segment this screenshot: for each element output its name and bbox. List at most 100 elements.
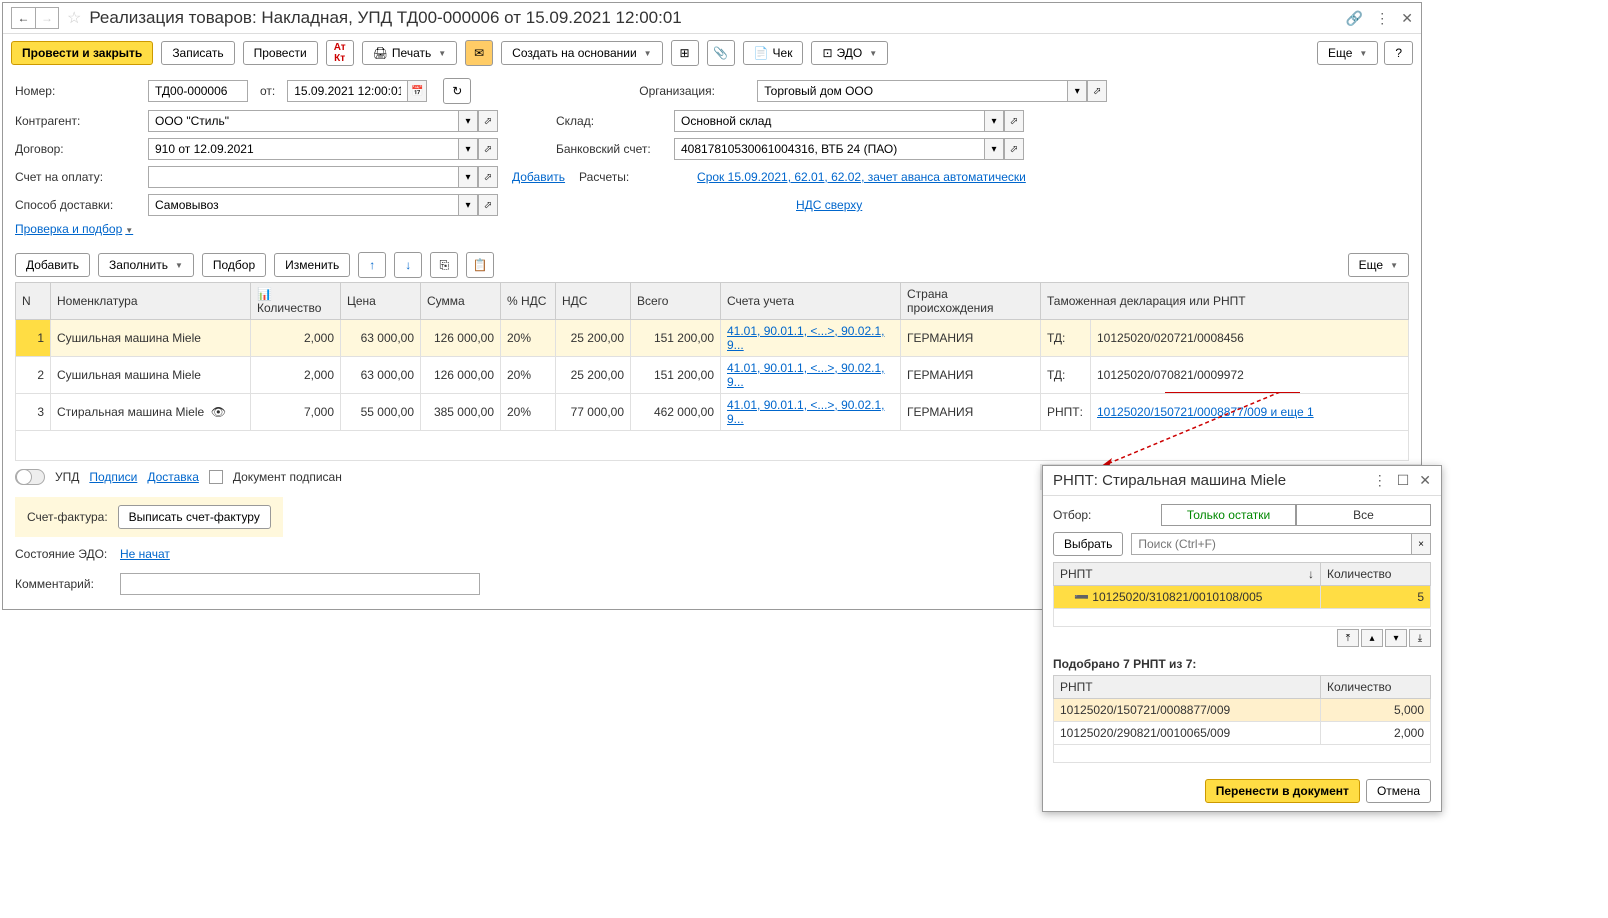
bk-dropdown-icon[interactable]: ▾ [984, 138, 1004, 160]
org-open-icon[interactable]: ⬀ [1087, 80, 1107, 102]
move-up-icon[interactable]: ↑ [358, 252, 386, 278]
nav-last-icon[interactable]: ⤓ [1409, 629, 1431, 647]
check-select-link[interactable]: Проверка и подбор [15, 222, 133, 236]
td-cell[interactable]: 10125020/150721/0008877/009 и еще 1 [1091, 394, 1409, 431]
wh-dropdown-icon[interactable]: ▾ [984, 110, 1004, 132]
search-clear-icon[interactable]: × [1411, 533, 1431, 555]
nav-first-icon[interactable]: ⤒ [1337, 629, 1359, 647]
upd-toggle[interactable] [15, 469, 45, 485]
nav-down-icon[interactable]: ▾ [1385, 629, 1407, 647]
struct-icon[interactable]: ⊞ [671, 40, 699, 66]
link-icon[interactable]: 🔗 [1346, 10, 1363, 27]
attach-icon[interactable]: 📎 [707, 40, 735, 66]
bk-open-icon[interactable]: ⬀ [1004, 138, 1024, 160]
popup-menu-icon[interactable]: ⋮ [1373, 472, 1387, 489]
td-cell[interactable]: 10125020/070821/0009972 [1091, 357, 1409, 394]
acc-cell[interactable]: 41.01, 90.01.1, <...>, 90.02.1, 9... [721, 320, 901, 357]
table-row[interactable]: 1 Сушильная машина Miele 2,000 63 000,00… [16, 320, 1409, 357]
delivery-link[interactable]: Доставка [147, 470, 199, 484]
col-accounts[interactable]: Счета учета [721, 283, 901, 320]
table-add-button[interactable]: Добавить [15, 253, 90, 277]
edo-status-value[interactable]: Не начат [120, 547, 170, 561]
acc-cell[interactable]: 41.01, 90.01.1, <...>, 90.02.1, 9... [721, 357, 901, 394]
col-vat[interactable]: НДС [556, 283, 631, 320]
post-close-button[interactable]: Провести и закрыть [11, 41, 153, 65]
nav-up-icon[interactable]: ▴ [1361, 629, 1383, 647]
col-nomenclature[interactable]: Номенклатура [51, 283, 251, 320]
cp-open-icon[interactable]: ⬀ [478, 110, 498, 132]
comment-input[interactable] [120, 573, 480, 595]
popup-col-qty[interactable]: Количество [1321, 563, 1431, 586]
calendar-icon[interactable]: 📅 [407, 80, 427, 102]
invoice-button[interactable]: Выписать счет-фактуру [118, 505, 271, 529]
table-row[interactable]: 2 Сушильная машина Miele 2,000 63 000,00… [16, 357, 1409, 394]
table-change-button[interactable]: Изменить [274, 253, 350, 277]
cancel-button[interactable]: Отмена [1366, 779, 1431, 803]
dl-open-icon[interactable]: ⬀ [478, 194, 498, 216]
back-button[interactable]: ← [11, 7, 35, 29]
invoice-pay-input[interactable] [148, 166, 458, 188]
close-icon[interactable]: ✕ [1401, 10, 1413, 27]
paste-icon[interactable]: 📋 [466, 252, 494, 278]
vat-link[interactable]: НДС сверху [796, 198, 862, 212]
org-input[interactable] [757, 80, 1067, 102]
popup-close-icon[interactable]: ✕ [1419, 472, 1431, 489]
calc-link[interactable]: Срок 15.09.2021, 62.01, 62.02, зачет ава… [697, 170, 1026, 184]
popup-max-icon[interactable]: ☐ [1397, 472, 1410, 489]
table-select-button[interactable]: Подбор [202, 253, 266, 277]
select-button[interactable]: Выбрать [1053, 532, 1123, 556]
warehouse-input[interactable] [674, 110, 984, 132]
refresh-icon[interactable]: ↻ [443, 78, 471, 104]
search-input[interactable] [1131, 533, 1411, 555]
write-button[interactable]: Записать [161, 41, 234, 65]
cp-dropdown-icon[interactable]: ▾ [458, 110, 478, 132]
sel-col-rnpt[interactable]: РНПТ [1054, 676, 1321, 699]
more-button[interactable]: Еще [1317, 41, 1378, 65]
counterparty-input[interactable] [148, 110, 458, 132]
col-vat-pct[interactable]: % НДС [501, 283, 556, 320]
bank-input[interactable] [674, 138, 984, 160]
wh-open-icon[interactable]: ⬀ [1004, 110, 1024, 132]
col-n[interactable]: N [16, 283, 51, 320]
ct-dropdown-icon[interactable]: ▾ [458, 138, 478, 160]
col-customs[interactable]: Таможенная декларация или РНПТ [1041, 283, 1409, 320]
help-button[interactable]: ? [1384, 41, 1413, 65]
number-input[interactable] [148, 80, 248, 102]
transfer-button[interactable]: Перенести в документ [1205, 779, 1360, 803]
col-total[interactable]: Всего [631, 283, 721, 320]
date-input[interactable] [287, 80, 407, 102]
col-price[interactable]: Цена [341, 283, 421, 320]
ct-open-icon[interactable]: ⬀ [478, 138, 498, 160]
move-down-icon[interactable]: ↓ [394, 252, 422, 278]
only-balance-button[interactable]: Только остатки [1161, 504, 1296, 526]
col-sum[interactable]: Сумма [421, 283, 501, 320]
table-fill-button[interactable]: Заполнить [98, 253, 194, 277]
edo-button[interactable]: ⊡ ЭДО [811, 41, 888, 65]
dl-dropdown-icon[interactable]: ▾ [458, 194, 478, 216]
forward-button[interactable]: → [35, 7, 59, 29]
create-based-button[interactable]: Создать на основании [501, 41, 662, 65]
table-row[interactable]: 3 Стиральная машина Miele 👁 7,000 55 000… [16, 394, 1409, 431]
copy-icon[interactable]: ⎘ [430, 252, 458, 278]
menu-icon[interactable]: ⋮ [1375, 10, 1389, 27]
delivery-input[interactable] [148, 194, 458, 216]
col-country[interactable]: Страна происхождения [901, 283, 1041, 320]
col-qty[interactable]: 📊 Количество [251, 283, 341, 320]
table-row[interactable]: ➖ 10125020/310821/0010108/005 5 [1054, 586, 1431, 609]
ip-dropdown-icon[interactable]: ▾ [458, 166, 478, 188]
mail-icon[interactable]: ✉ [465, 40, 493, 66]
td-cell[interactable]: 10125020/020721/0008456 [1091, 320, 1409, 357]
add-link[interactable]: Добавить [512, 170, 565, 184]
print-button[interactable]: 🖨 Печать [362, 41, 457, 65]
signatures-link[interactable]: Подписи [89, 470, 137, 484]
sel-col-qty[interactable]: Количество [1321, 676, 1431, 699]
org-dropdown-icon[interactable]: ▾ [1067, 80, 1087, 102]
popup-col-rnpt[interactable]: РНПТ ↓ [1054, 563, 1321, 586]
all-button[interactable]: Все [1296, 504, 1431, 526]
table-row[interactable]: 10125020/150721/0008877/0095,000 [1054, 699, 1431, 722]
post-button[interactable]: Провести [243, 41, 318, 65]
dt-kt-icon[interactable]: АтКт [326, 40, 354, 66]
table-row[interactable]: 10125020/290821/0010065/0092,000 [1054, 722, 1431, 745]
doc-signed-checkbox[interactable] [209, 470, 223, 484]
ip-open-icon[interactable]: ⬀ [478, 166, 498, 188]
